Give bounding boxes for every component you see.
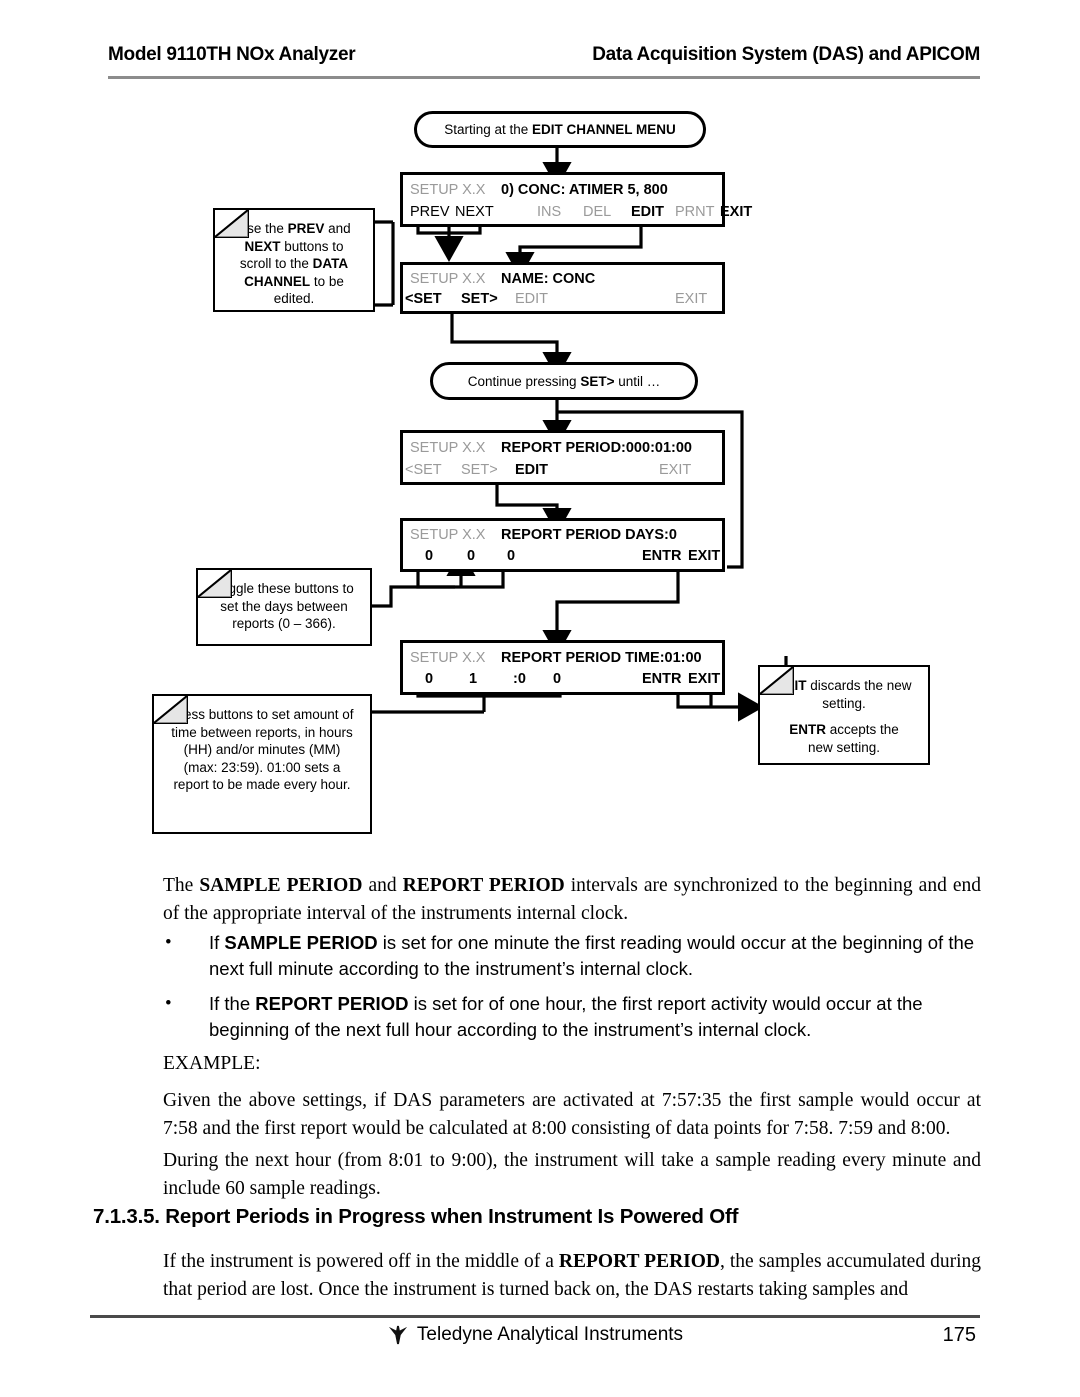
footer-page-number: 175 <box>942 1324 976 1346</box>
bullet-glyph-2: • <box>165 993 172 1014</box>
conc-screen-title: 0) CONC: ATIMER 5, 800 <box>501 182 668 198</box>
document-page: Model 9110TH NOx Analyzer Data Acquisiti… <box>0 0 1080 1397</box>
report-period-screen: SETUP X.X REPORT PERIOD:000:01:00 <SET S… <box>400 430 725 485</box>
report-period-time-title-row: SETUP X.X REPORT PERIOD TIME:01:00 <box>403 643 722 668</box>
footer-company-name: Teledyne Analytical Instruments <box>416 1324 684 1345</box>
conc-ins-button[interactable]: INS <box>537 204 561 220</box>
conc-prev-button[interactable]: PREV <box>410 204 450 220</box>
time-entr-button[interactable]: ENTR <box>642 671 681 687</box>
days-exit-button[interactable]: EXIT <box>688 548 720 564</box>
report-period-time-button-row: 0 1 :0 0 ENTR EXIT <box>403 668 722 693</box>
footer-rule <box>90 1315 980 1318</box>
conc-screen-title-row: SETUP X.X 0) CONC: ATIMER 5, 800 <box>403 175 722 200</box>
report-period-title: REPORT PERIOD:000:01:00 <box>501 440 692 456</box>
start-terminator: Starting at the EDIT CHANNEL MENU <box>414 111 706 148</box>
report-period-time-title: REPORT PERIOD TIME:01:00 <box>501 650 702 666</box>
days-digit-0[interactable]: 0 <box>425 548 433 564</box>
report-period-setup-label: SETUP X.X <box>410 440 486 456</box>
time-digit-3[interactable]: 0 <box>553 671 561 687</box>
conc-exit-button[interactable]: EXIT <box>720 204 752 220</box>
time-exit-button[interactable]: EXIT <box>688 671 720 687</box>
header-left-title: Model 9110TH NOx Analyzer <box>108 44 356 65</box>
name-exit-button[interactable]: EXIT <box>675 291 707 307</box>
header-right-title: Data Acquisition System (DAS) and APICOM <box>592 44 980 65</box>
report-period-time-screen: SETUP X.X REPORT PERIOD TIME:01:00 0 1 :… <box>400 640 725 695</box>
example-paragraph: Given the above settings, if DAS paramet… <box>163 1090 981 1139</box>
bullet-paragraph-1: If SAMPLE PERIOD is set for one minute t… <box>209 932 975 980</box>
days-entr-button[interactable]: ENTR <box>642 548 681 564</box>
name-set-next-button[interactable]: SET> <box>461 291 498 307</box>
footer-company-block: Teledyne Analytical Instruments <box>90 1324 980 1346</box>
continue-terminator: Continue pressing SET> until … <box>430 362 698 400</box>
time-digit-0[interactable]: 0 <box>425 671 433 687</box>
bullet-glyph-1: • <box>165 932 172 953</box>
note-fold-corner-icon <box>215 210 249 238</box>
note-fold-corner-icon <box>154 696 188 724</box>
name-screen-title: NAME: CONC <box>501 271 596 287</box>
time-digit-1[interactable]: 1 <box>469 671 477 687</box>
report-period-set-prev-button[interactable]: <SET <box>405 462 442 478</box>
note-days: Toggle these buttons to set the days bet… <box>196 568 372 646</box>
report-period-exit-button[interactable]: EXIT <box>659 462 691 478</box>
report-period-days-title-row: SETUP X.X REPORT PERIOD DAYS:0 <box>403 521 722 545</box>
report-period-days-screen: SETUP X.X REPORT PERIOD DAYS:0 0 0 0 ENT… <box>400 518 725 572</box>
note-entr-exit: EXIT discards the new setting. ENTR acce… <box>758 665 930 765</box>
example-label: EXAMPLE: <box>163 1053 261 1074</box>
start-terminator-prefix: Starting at the <box>444 122 533 137</box>
report-period-set-next-button[interactable]: SET> <box>461 462 498 478</box>
name-set-prev-button[interactable]: <SET <box>405 291 442 307</box>
report-period-edit-button[interactable]: EDIT <box>515 462 548 478</box>
conc-prnt-button[interactable]: PRNT <box>675 204 714 220</box>
page-header: Model 9110TH NOx Analyzer Data Acquisiti… <box>108 44 980 66</box>
conc-next-button[interactable]: NEXT <box>455 204 494 220</box>
continue-terminator-suffix: until … <box>614 373 661 389</box>
conc-screen: SETUP X.X 0) CONC: ATIMER 5, 800 PREV NE… <box>400 172 752 227</box>
name-screen: SETUP X.X NAME: CONC <SET SET> EDIT EXIT <box>400 262 725 314</box>
page-footer: Teledyne Analytical Instruments 175 <box>90 1324 980 1358</box>
name-screen-title-row: SETUP X.X NAME: CONC <box>403 265 722 288</box>
note-fold-corner-icon <box>760 667 794 695</box>
continue-terminator-emphasis: SET> <box>580 373 615 389</box>
closing-paragraph: If the instrument is powered off in the … <box>163 1251 982 1300</box>
report-period-days-title: REPORT PERIOD DAYS:0 <box>501 527 677 543</box>
report-period-days-button-row: 0 0 0 ENTR EXIT <box>403 545 722 569</box>
days-digit-2[interactable]: 0 <box>507 548 515 564</box>
section-heading: 7.1.3.5. Report Periods in Progress when… <box>93 1205 739 1228</box>
days-digit-1[interactable]: 0 <box>467 548 475 564</box>
conc-edit-button[interactable]: EDIT <box>631 204 664 220</box>
conc-del-button[interactable]: DEL <box>583 204 611 220</box>
note-prev-next: Use the PREV and NEXT buttons to scroll … <box>213 208 375 312</box>
name-edit-button[interactable]: EDIT <box>515 291 548 307</box>
intro-paragraph: The SAMPLE PERIOD and REPORT PERIOD inte… <box>163 875 981 924</box>
continue-terminator-prefix: Continue pressing <box>467 373 581 389</box>
report-period-title-row: SETUP X.X REPORT PERIOD:000:01:00 <box>403 433 722 458</box>
report-period-days-setup-label: SETUP X.X <box>410 527 486 543</box>
name-screen-button-row: <SET SET> EDIT EXIT <box>403 288 722 311</box>
time-digit-2[interactable]: :0 <box>513 671 526 687</box>
conc-screen-setup-label: SETUP X.X <box>410 182 486 198</box>
report-period-time-setup-label: SETUP X.X <box>410 650 486 666</box>
name-screen-setup-label: SETUP X.X <box>410 271 486 287</box>
teledyne-logo <box>388 1325 408 1345</box>
start-terminator-emphasis: EDIT CHANNEL MENU <box>532 122 676 137</box>
report-period-flow-diagram: Starting at the EDIT CHANNEL MENU SETUP … <box>0 100 1080 860</box>
during-paragraph: During the next hour (from 8:01 to 9:00)… <box>163 1150 981 1199</box>
report-period-button-row: <SET SET> EDIT EXIT <box>403 458 722 483</box>
note-time: Press buttons to set amount of time betw… <box>152 694 372 834</box>
conc-screen-button-row: PREV NEXT INS DEL EDIT PRNT EXIT <box>403 200 752 225</box>
header-rule <box>108 76 980 79</box>
bullet-paragraph-2: If the REPORT PERIOD is set for of one h… <box>209 993 923 1041</box>
note-fold-corner-icon <box>198 570 232 598</box>
